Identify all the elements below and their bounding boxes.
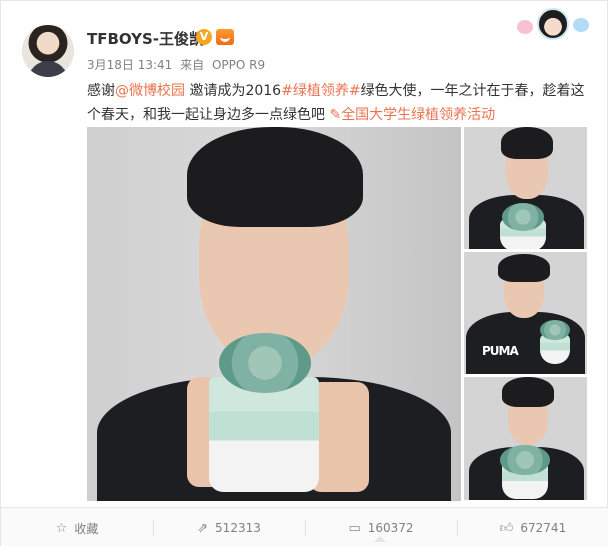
text-segment: 感谢 xyxy=(87,83,115,99)
comment-count: 160372 xyxy=(367,521,414,535)
link-icon: ✎ xyxy=(329,107,342,123)
shirt-logo: PUMA xyxy=(482,344,519,358)
favorite-label: 收藏 xyxy=(74,521,99,536)
photo-thumb[interactable] xyxy=(464,377,587,500)
comment-icon: ▭ xyxy=(348,520,361,536)
post-date[interactable]: 3月18日 13:41 xyxy=(87,58,172,72)
post-meta: 3月18日 13:41 来自 OPPO R9 xyxy=(87,56,269,73)
weibo-post-card: TFBOYS-王俊凯 V 3月18日 13:41 来自 OPPO R9 感谢@微… xyxy=(0,0,608,546)
author-avatar[interactable] xyxy=(22,25,74,77)
post-text: 感谢@微博校园 邀请成为2016#绿植领养#绿色大使，一年之计在于春，趁着这个春… xyxy=(87,79,597,127)
repost-count: 512313 xyxy=(215,521,261,535)
verified-badge-icon: V xyxy=(196,29,212,45)
comment-pointer xyxy=(374,536,386,542)
mention-link[interactable]: @微博校园 xyxy=(115,83,185,99)
repost-icon: ⇗ xyxy=(197,520,209,536)
photo-main[interactable] xyxy=(87,127,461,501)
thumb-up-icon: 👍︎ xyxy=(499,520,514,536)
activity-link-label: 全国大学生绿植领养活动 xyxy=(341,107,496,123)
via-label: 来自 xyxy=(180,58,205,72)
star-icon: ☆ xyxy=(55,520,68,536)
topic-link[interactable]: #绿植领养# xyxy=(281,83,360,99)
action-bar: ☆ 收藏 ⇗ 512313 ▭ 160372 👍︎ 672741 xyxy=(1,507,608,546)
like-count: 672741 xyxy=(520,521,567,535)
author-name[interactable]: TFBOYS-王俊凯 xyxy=(87,28,204,49)
activity-link[interactable]: ✎全国大学生绿植领养活动 xyxy=(329,107,495,123)
member-crown-icon[interactable] xyxy=(216,29,234,45)
text-segment: 邀请成为2016 xyxy=(185,83,282,99)
photo-thumb[interactable] xyxy=(464,127,587,249)
photo-thumb[interactable]: PUMA xyxy=(464,252,587,374)
like-button[interactable]: 👍︎ 672741 xyxy=(457,508,608,546)
favorite-button[interactable]: ☆ 收藏 xyxy=(1,508,153,546)
device-name[interactable]: OPPO R9 xyxy=(212,58,265,72)
repost-button[interactable]: ⇗ 512313 xyxy=(153,508,305,546)
card-decoration xyxy=(513,8,593,42)
